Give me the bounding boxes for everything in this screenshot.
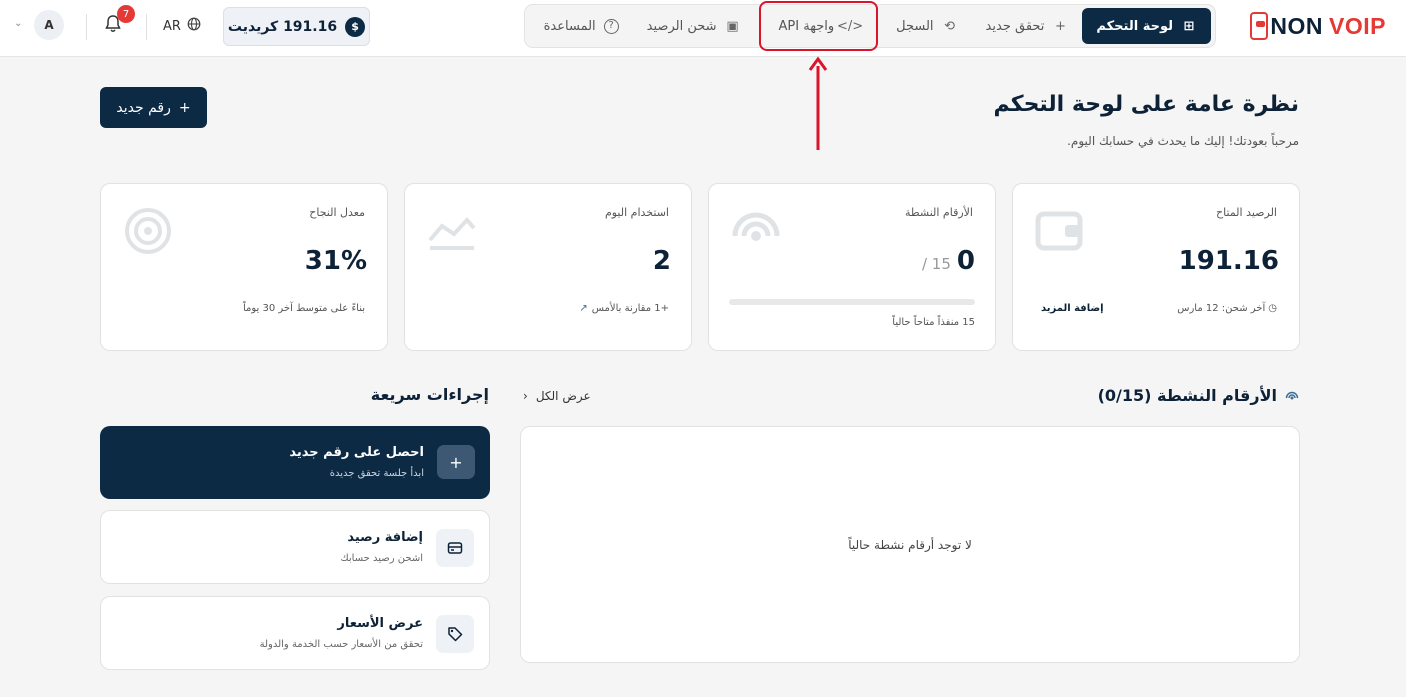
credit-balance-button[interactable]: $ 191.16 كريديت	[223, 7, 370, 46]
header-divider	[146, 14, 147, 40]
quick-action-new-number[interactable]: + احصل على رقم جديد ابدأ جلسة تحقق جديدة	[100, 426, 490, 499]
nav-dashboard[interactable]: ⊞ لوحة التحكم	[1082, 8, 1211, 44]
quick-action-add-balance[interactable]: إضافة رصيد اشحن رصيد حسابك	[100, 510, 490, 584]
language-switcher[interactable]: AR	[163, 17, 201, 35]
clock-icon: ◷	[1268, 303, 1277, 314]
quick-action-title: إضافة رصيد	[347, 530, 423, 545]
logo[interactable]: NON VOIP	[1250, 10, 1386, 42]
dashboard-icon: ⊞	[1183, 18, 1195, 34]
nav-api[interactable]: </> واجهة API	[758, 1, 879, 51]
stat-total: / 15	[921, 255, 951, 273]
plus-icon: +	[1054, 18, 1066, 34]
stat-label: معدل النجاح	[309, 206, 365, 219]
quick-action-subtitle: تحقق من الأسعار حسب الخدمة والدولة	[259, 639, 423, 650]
target-icon	[125, 208, 171, 254]
avatar[interactable]: A	[34, 10, 64, 40]
stat-card-today-usage: استخدام اليوم 2 +1 مقارنة بالأمس ↗	[404, 183, 692, 351]
nav-history[interactable]: ⟲ السجل	[882, 8, 971, 44]
logo-text-non: NON	[1270, 12, 1324, 39]
stat-label: استخدام اليوم	[604, 206, 669, 219]
language-code: AR	[163, 18, 181, 34]
quick-action-subtitle: ابدأ جلسة تحقق جديدة	[329, 468, 424, 479]
stat-label: الرصيد المتاح	[1216, 206, 1277, 219]
view-all-link[interactable]: عرض الكل ‹	[523, 389, 591, 403]
chevron-down-icon[interactable]: ⌄	[14, 18, 22, 29]
plus-icon: +	[437, 445, 475, 479]
globe-icon	[187, 17, 201, 35]
header-divider	[86, 14, 87, 40]
quick-action-subtitle: اشحن رصيد حسابك	[340, 553, 423, 564]
credit-amount: 191.16 كريديت	[227, 18, 338, 35]
empty-message: لا توجد أرقام نشطة حالياً	[848, 537, 972, 552]
stat-foot: 15 منفذاً متاحاً حالياً	[892, 317, 975, 328]
page-title: نظرة عامة على لوحة التحكم	[993, 92, 1299, 117]
nav-recharge[interactable]: ▣ شحن الرصيد	[633, 8, 755, 44]
annotation-arrow	[808, 56, 828, 150]
notification-badge: 7	[117, 5, 135, 23]
stat-card-success-rate: معدل النجاح 31% بناءً على متوسط آخر 30 ي…	[100, 183, 388, 351]
nav-label: شحن الرصيد	[646, 18, 717, 34]
signal-icon	[732, 212, 780, 241]
quick-action-view-prices[interactable]: عرض الأسعار تحقق من الأسعار حسب الخدمة و…	[100, 596, 490, 670]
nav-help[interactable]: ? المساعدة	[530, 8, 633, 44]
dollar-coin-icon: $	[345, 16, 366, 37]
trend-up-icon: ↗	[579, 303, 588, 314]
stat-value: 191.16	[1178, 246, 1279, 276]
credit-card-icon	[436, 529, 474, 567]
nav-label: واجهة API	[778, 18, 835, 34]
chart-line-icon	[428, 217, 476, 250]
add-more-link[interactable]: إضافة المزيد	[1041, 303, 1104, 314]
active-numbers-empty-state: لا توجد أرقام نشطة حالياً	[520, 426, 1300, 663]
chevron-left-icon: ‹	[523, 389, 528, 403]
wallet-icon: ▣	[726, 18, 739, 34]
main-nav: ⊞ لوحة التحكم + تحقق جديد ⟲ السجل </> وا…	[524, 1, 1216, 51]
nav-label: لوحة التحكم	[1096, 18, 1173, 34]
logo-text-voip: VOIP	[1329, 12, 1386, 39]
last-recharge: ◷ آخر شحن: 12 مارس	[1177, 303, 1277, 314]
new-number-button[interactable]: + رقم جديد	[100, 87, 207, 128]
new-number-label: رقم جديد	[116, 99, 171, 116]
plus-icon: +	[178, 99, 191, 116]
phone-logo-icon	[1250, 12, 1269, 40]
stat-card-balance: الرصيد المتاح 191.16 ◷ آخر شحن: 12 مارس …	[1012, 183, 1300, 351]
nav-label: المساعدة	[543, 18, 596, 34]
active-numbers-title: الأرقام النشطة (0/15)	[1098, 386, 1299, 405]
code-icon: </>	[837, 18, 864, 34]
stat-foot: +1 مقارنة بالأمس ↗	[579, 303, 669, 314]
history-icon: ⟲	[944, 18, 955, 34]
nav-label: تحقق جديد	[985, 18, 1045, 34]
stat-card-active-numbers: الأرقام النشطة / 15 0 15 منفذاً متاحاً حا…	[708, 183, 996, 351]
active-numbers-progress	[729, 299, 975, 305]
help-icon: ?	[603, 18, 619, 34]
nav-new-verification[interactable]: + تحقق جديد	[972, 8, 1083, 44]
stat-value: / 15 0	[921, 246, 975, 276]
stat-foot: بناءً على متوسط آخر 30 يوماً	[242, 303, 365, 314]
nav-label: السجل	[896, 18, 934, 34]
stat-value: 31%	[304, 246, 367, 276]
stat-label: الأرقام النشطة	[904, 206, 973, 219]
quick-actions-title: إجراءات سريعة	[370, 385, 489, 404]
page-subtitle: مرحباً بعودتك! إليك ما يحدث في حسابك الي…	[1067, 134, 1299, 148]
quick-action-title: احصل على رقم جديد	[289, 445, 424, 460]
top-header: NON VOIP ⊞ لوحة التحكم + تحقق جديد ⟲ السج…	[0, 0, 1406, 57]
signal-icon	[1285, 389, 1299, 403]
quick-action-title: عرض الأسعار	[337, 616, 423, 631]
wallet-icon	[1035, 211, 1083, 251]
tag-icon	[436, 615, 474, 653]
stat-value: 2	[652, 246, 671, 276]
